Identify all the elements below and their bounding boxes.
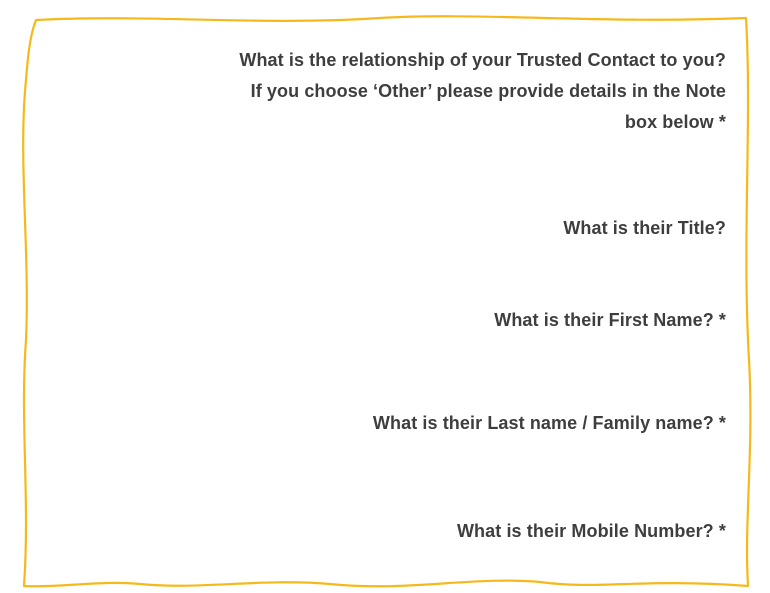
title-question-label: What is their Title? xyxy=(563,218,726,238)
mobile-number-question-label: What is their Mobile Number? * xyxy=(456,521,726,541)
relationship-question-line-2: If you choose ‘Other’ please provide det… xyxy=(250,81,726,101)
screenshot-crop: What is the relationship of your Trusted… xyxy=(0,0,770,593)
trusted-contact-form: What is the relationship of your Trusted… xyxy=(0,0,770,593)
relationship-question-line-1: What is the relationship of your Trusted… xyxy=(239,50,726,70)
relationship-question-line-3: box below * xyxy=(624,112,726,132)
first-name-question-label: What is their First Name? * xyxy=(494,310,726,330)
last-name-question-label: What is their Last name / Family name? * xyxy=(372,413,726,433)
relationship-question-label: What is the relationship of your Trusted… xyxy=(26,45,726,138)
